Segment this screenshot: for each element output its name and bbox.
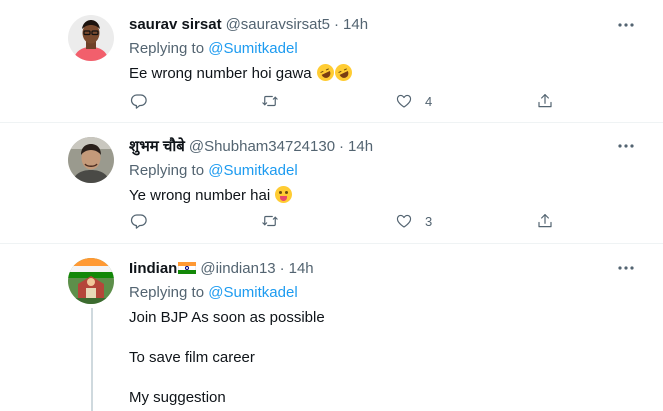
display-name[interactable]: saurav sirsat: [129, 16, 222, 33]
replying-prefix: Replying to: [129, 40, 205, 57]
like-button[interactable]: 4: [395, 91, 432, 111]
reply-icon: [130, 212, 148, 230]
reply-icon: [130, 92, 148, 110]
heart-icon: [395, 212, 413, 230]
share-icon: [536, 212, 554, 230]
share-icon: [536, 92, 554, 110]
rolling-on-floor-laughing-emoji: [313, 61, 337, 84]
more-horizontal-icon[interactable]: [617, 16, 635, 34]
tweet-text-content: Ye wrong number hai: [129, 187, 271, 204]
tweet-text-line: My suggestion: [129, 389, 226, 406]
tweet-text-line: To save film career: [129, 349, 255, 366]
tweet[interactable]: saurav sirsat @sauravsirsat5 · 14h Reply…: [0, 0, 663, 123]
user-handle[interactable]: @Shubham34724130: [189, 138, 335, 155]
like-count: 3: [425, 213, 433, 229]
rolling-on-floor-laughing-emoji: [331, 61, 355, 84]
mention-link[interactable]: @Sumitkadel: [208, 40, 297, 57]
mention-link[interactable]: @Sumitkadel: [208, 162, 297, 179]
separator-dot: ·: [334, 15, 340, 33]
india-flag-emoji: [178, 262, 197, 274]
replying-prefix: Replying to: [129, 162, 205, 179]
tweet-actions: 3: [129, 211, 559, 231]
retweet-button[interactable]: [261, 211, 279, 231]
replying-to: Replying to @Sumitkadel: [129, 40, 663, 60]
tweet-header: शुभम चौबे @Shubham34724130 · 14h: [129, 136, 663, 156]
tweet-content: Iindian @iindian13 · 14h Replying to @Su…: [129, 258, 663, 408]
reply-button[interactable]: [130, 91, 148, 111]
heart-icon: [395, 92, 413, 110]
retweet-icon: [261, 92, 279, 110]
retweet-button[interactable]: [261, 91, 279, 111]
display-name[interactable]: शुभम चौबे: [129, 136, 185, 156]
like-button[interactable]: 3: [395, 211, 432, 231]
tweet-content: saurav sirsat @sauravsirsat5 · 14h Reply…: [129, 14, 663, 84]
like-count: 4: [425, 93, 433, 109]
tweet[interactable]: Iindian @iindian13 · 14h Replying to @Su…: [0, 245, 663, 411]
separator-dot: ·: [279, 259, 285, 277]
more-horizontal-icon[interactable]: [617, 259, 635, 277]
timestamp[interactable]: 14h: [343, 16, 368, 33]
mention-link[interactable]: @Sumitkadel: [208, 284, 297, 301]
user-handle[interactable]: @iindian13: [200, 260, 275, 277]
avatar[interactable]: [68, 258, 114, 304]
share-button[interactable]: [536, 91, 554, 111]
tweet-header: saurav sirsat @sauravsirsat5 · 14h: [129, 14, 663, 34]
display-name[interactable]: Iindian: [129, 260, 177, 277]
replying-to: Replying to @Sumitkadel: [129, 162, 663, 182]
retweet-icon: [261, 212, 279, 230]
thread-line: [91, 308, 93, 411]
user-handle[interactable]: @sauravsirsat5: [226, 16, 330, 33]
tweet-text-line: Join BJP As soon as possible: [129, 309, 325, 326]
tweet-text-content: Ee wrong number hoi gawa: [129, 65, 312, 82]
tweet-text: Ee wrong number hoi gawa: [129, 61, 663, 84]
share-button[interactable]: [536, 211, 554, 231]
tweet-content: शुभम चौबे @Shubham34724130 · 14h Replyin…: [129, 136, 663, 206]
replying-prefix: Replying to: [129, 284, 205, 301]
tweet-text: Ye wrong number hai: [129, 186, 663, 206]
tweet-actions: 4: [129, 91, 559, 111]
timestamp[interactable]: 14h: [289, 260, 314, 277]
separator-dot: ·: [339, 137, 345, 155]
avatar[interactable]: [68, 137, 114, 183]
replying-to: Replying to @Sumitkadel: [129, 284, 663, 304]
tweet-header: Iindian @iindian13 · 14h: [129, 258, 663, 278]
tweet[interactable]: शुभम चौबे @Shubham34724130 · 14h Replyin…: [0, 123, 663, 244]
more-horizontal-icon[interactable]: [617, 137, 635, 155]
face-with-tongue-emoji: [275, 186, 293, 203]
timestamp[interactable]: 14h: [348, 138, 373, 155]
avatar[interactable]: [68, 15, 114, 61]
reply-button[interactable]: [130, 211, 148, 231]
